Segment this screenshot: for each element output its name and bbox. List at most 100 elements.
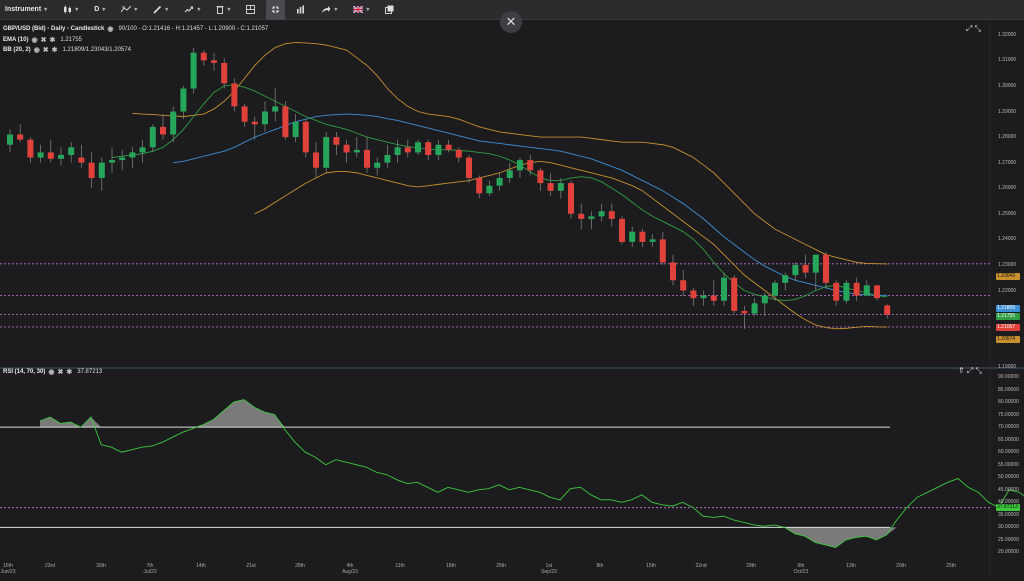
- bb-name: BB (20, 2): [3, 47, 31, 53]
- crosshair-button[interactable]: ▾: [179, 0, 205, 20]
- candle-body: [119, 157, 126, 161]
- remove-icon[interactable]: ✖: [43, 46, 49, 54]
- indicator-icon: [121, 5, 132, 14]
- remove-icon[interactable]: ✖: [41, 36, 47, 44]
- rsi-axis-label: 55.00000: [998, 461, 1019, 468]
- candle-body: [833, 282, 840, 301]
- date-axis-label: 22nd: [695, 563, 707, 569]
- candle-body: [364, 149, 370, 168]
- candle-body: [384, 154, 391, 163]
- layout-button[interactable]: [241, 0, 260, 20]
- chart-area[interactable]: [0, 20, 1024, 576]
- candle-body: [231, 83, 238, 107]
- date-axis-label: 4th Aug/23: [342, 563, 358, 575]
- eye-icon[interactable]: ◉: [48, 368, 54, 376]
- share-button[interactable]: ▾: [316, 0, 342, 20]
- price-axis-label: 1.25000: [998, 210, 1017, 217]
- candle-body: [843, 282, 850, 301]
- layout-icon: [246, 5, 256, 14]
- rsi-axis-label: 35.00000: [998, 511, 1019, 518]
- candle-body: [517, 160, 523, 171]
- price-axis-label: 1.28000: [998, 134, 1017, 141]
- candle-body: [537, 170, 544, 184]
- trash-button[interactable]: ▾: [211, 0, 235, 20]
- candle-body: [455, 149, 462, 158]
- date-axis-label: 21st: [246, 563, 256, 569]
- candle-body: [78, 157, 85, 163]
- candle-body: [149, 126, 156, 148]
- rsi-axis-label: 45.00000: [998, 486, 1019, 493]
- eye-icon[interactable]: ◉: [107, 25, 113, 33]
- candle-body: [302, 121, 309, 153]
- chart-type-button[interactable]: ▾: [58, 0, 83, 20]
- timeframe-label: D: [94, 6, 100, 13]
- price-axis-label: 1.31000: [998, 57, 1017, 64]
- candle-body: [425, 142, 432, 155]
- candle-body: [88, 162, 95, 178]
- candle-body: [251, 121, 258, 125]
- fullscreen-button[interactable]: [266, 0, 286, 20]
- ema-name: EMA (10): [3, 37, 29, 43]
- candle-body: [98, 162, 105, 178]
- cursor-move-icon: [184, 5, 194, 14]
- rsi-axis-label: 25.00000: [998, 536, 1019, 543]
- candle-body: [751, 303, 758, 314]
- candle-body: [313, 152, 319, 168]
- bar-chart-button[interactable]: [291, 0, 310, 20]
- eye-icon[interactable]: ◉: [31, 36, 37, 44]
- drawing-tools-button[interactable]: ▾: [148, 0, 173, 20]
- instrument-dropdown[interactable]: Instrument ▾: [0, 0, 52, 20]
- chevron-down-icon: ▾: [75, 7, 79, 13]
- candle-body: [466, 157, 472, 178]
- candle-body: [772, 282, 778, 296]
- gear-icon[interactable]: ✱: [66, 368, 72, 376]
- candle-body: [323, 137, 330, 168]
- candle-body: [731, 277, 738, 311]
- candle-body: [874, 285, 880, 299]
- candle-body: [37, 152, 44, 158]
- close-overlay-button[interactable]: ✕: [500, 11, 522, 33]
- date-axis-label: 6th Oct/23: [793, 563, 809, 575]
- timeframe-dropdown[interactable]: D ▾: [89, 0, 110, 20]
- remove-icon[interactable]: ✖: [57, 368, 63, 376]
- date-axis-label: 25th: [946, 563, 956, 569]
- candle-body: [578, 213, 585, 219]
- candle-body: [47, 152, 54, 159]
- candle-body: [619, 218, 625, 242]
- candle-body: [721, 277, 727, 301]
- eye-icon[interactable]: ◉: [34, 46, 40, 54]
- gear-icon[interactable]: ✱: [52, 46, 58, 54]
- uk-flag-icon: [353, 6, 364, 13]
- main-legend-title: GBP/USD (Bid) - Daily - Candlestick ◉ 90…: [3, 25, 268, 33]
- candle-body: [394, 147, 401, 155]
- candle-body: [180, 88, 187, 112]
- bb-value: 1.21809/1.23043/1.20574: [62, 47, 131, 53]
- candle-body: [700, 295, 707, 299]
- rsi-legend: RSI (14, 70, 30) ◉ ✖ ✱ 37.87213: [3, 368, 102, 376]
- price-axis-label: 1.19000: [998, 364, 1017, 371]
- language-dropdown[interactable]: ▾: [348, 0, 374, 20]
- candle-body: [139, 147, 146, 153]
- candle-body: [690, 290, 697, 299]
- candle-body: [272, 106, 279, 112]
- rsi-panel-controls-icon[interactable]: ⇑ ⤢ ⤡: [958, 366, 982, 376]
- candle-body: [109, 160, 115, 163]
- date-axis-label: 25th: [496, 563, 506, 569]
- indicators-button[interactable]: ▾: [116, 0, 142, 20]
- share-arrow-icon: [321, 5, 331, 14]
- candle-body: [629, 231, 636, 242]
- collapse-icon: [271, 5, 280, 14]
- candle-body: [374, 162, 381, 168]
- candle-body: [292, 121, 299, 138]
- rsi-axis-label: 30.00000: [998, 524, 1019, 531]
- expand-panel-icon[interactable]: ⤢ ⤡: [966, 24, 981, 34]
- price-axis-label: 1.32000: [998, 31, 1017, 38]
- bb-lower-tag: 1.20574: [996, 336, 1020, 343]
- gear-icon[interactable]: ✱: [49, 36, 55, 44]
- rsi-axis-label: 85.00000: [998, 386, 1019, 393]
- popout-button[interactable]: [380, 0, 399, 20]
- rsi-name: RSI (14, 70, 30): [3, 369, 46, 375]
- chevron-down-icon: ▾: [197, 7, 201, 13]
- chart-canvas[interactable]: [0, 20, 1024, 576]
- date-axis-label: 28th: [295, 563, 305, 569]
